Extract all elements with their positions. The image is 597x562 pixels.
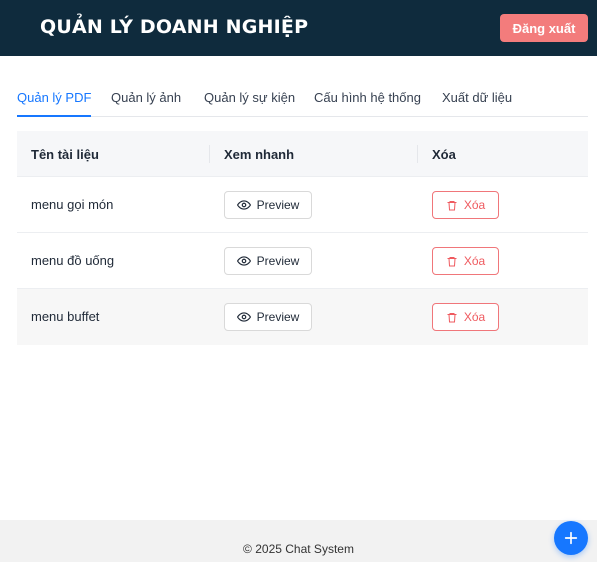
column-divider <box>417 145 418 163</box>
preview-button[interactable]: Preview <box>224 191 312 219</box>
eye-icon <box>236 198 251 212</box>
delete-button[interactable]: Xóa <box>432 247 499 275</box>
top-header: QUẢN LÝ DOANH NGHIỆP Đăng xuất <box>0 0 597 56</box>
preview-label: Preview <box>256 198 300 212</box>
tab-export-data[interactable]: Xuất dữ liệu <box>442 90 512 117</box>
document-name: menu buffet <box>31 309 100 324</box>
preview-button[interactable]: Preview <box>224 247 312 275</box>
app-title: QUẢN LÝ DOANH NGHIỆP <box>40 16 309 38</box>
tab-bar: Quản lý PDF Quản lý ảnh Quản lý sự kiện … <box>17 88 588 117</box>
logout-button[interactable]: Đăng xuất <box>500 14 588 42</box>
table-row: menu gọi món Preview Xóa <box>17 177 588 233</box>
tab-system-config[interactable]: Cấu hình hệ thống <box>314 90 421 117</box>
trash-icon <box>446 311 458 324</box>
column-header-name: Tên tài liệu <box>31 147 99 162</box>
delete-button[interactable]: Xóa <box>432 303 499 331</box>
table-row: menu đồ uống Preview Xóa <box>17 233 588 289</box>
trash-icon <box>446 199 458 212</box>
pdf-table: Tên tài liệu Xem nhanh Xóa menu gọi món … <box>17 131 588 345</box>
preview-button[interactable]: Preview <box>224 303 312 331</box>
eye-icon <box>236 310 251 324</box>
tab-pdf-management[interactable]: Quản lý PDF <box>17 90 92 117</box>
delete-button[interactable]: Xóa <box>432 191 499 219</box>
add-fab-button[interactable] <box>554 521 588 555</box>
delete-label: Xóa <box>463 198 486 212</box>
document-name: menu đồ uống <box>31 253 115 268</box>
document-name: menu gọi món <box>31 197 114 212</box>
table-row: menu buffet Preview Xóa <box>17 289 588 345</box>
footer: © 2025 Chat System <box>0 520 597 562</box>
delete-label: Xóa <box>463 254 486 268</box>
footer-copyright: © 2025 Chat System <box>243 542 354 556</box>
trash-icon <box>446 255 458 268</box>
tab-image-management[interactable]: Quản lý ảnh <box>111 90 181 117</box>
table-header: Tên tài liệu Xem nhanh Xóa <box>17 131 588 177</box>
column-header-delete: Xóa <box>432 147 456 162</box>
delete-label: Xóa <box>463 310 486 324</box>
eye-icon <box>236 254 251 268</box>
preview-label: Preview <box>256 310 300 324</box>
plus-icon <box>563 530 579 546</box>
tab-event-management[interactable]: Quản lý sự kiện <box>204 90 295 117</box>
preview-label: Preview <box>256 254 300 268</box>
column-header-preview: Xem nhanh <box>224 147 295 162</box>
column-divider <box>209 145 210 163</box>
